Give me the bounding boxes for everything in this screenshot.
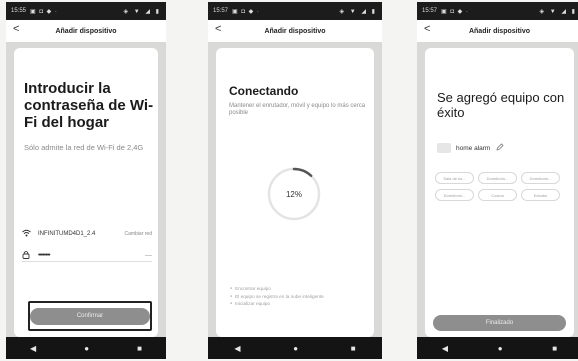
password-value: •••••••• — [38, 252, 51, 259]
nav-home-icon[interactable]: ● — [293, 344, 298, 353]
app-bar: < Añadir dispositivo — [208, 20, 382, 42]
phone-screen-success: 15:57 ▣ ◘ ◆ · ◈ ▼ ◢ ▮ < Añadir dispositi… — [417, 2, 578, 359]
page-heading: Se agregó equipo con éxito — [437, 90, 565, 120]
nav-recents-icon[interactable]: ■ — [137, 344, 142, 353]
page-subtitle: Mantener el enrutador, móvil y equipo lo… — [229, 103, 366, 116]
step-item: Encontrar equipo — [230, 285, 375, 293]
status-time: 15:57 — [213, 8, 229, 14]
page-subtitle: Sólo admite la red de Wi-Fi de 2,4G — [24, 143, 144, 152]
step-item: El equipo se registra en la nube intelig… — [230, 293, 375, 301]
confirm-button[interactable]: Confirmar — [30, 307, 150, 325]
confirm-highlight-box: Confirmar — [28, 301, 152, 331]
change-network-link[interactable]: Cambiar red — [124, 231, 152, 237]
nav-back-icon[interactable]: ◀ — [30, 344, 36, 353]
page-heading: Introducir la contraseña de Wi-Fi del ho… — [24, 80, 154, 131]
finish-button[interactable]: Finalizado — [433, 315, 566, 331]
wifi-icon — [22, 229, 34, 239]
nav-back-icon[interactable]: ◀ — [442, 344, 448, 353]
back-arrow-icon[interactable]: < — [13, 23, 19, 35]
step-item: Inicializar equipo — [230, 300, 375, 308]
status-bar: 15:55 ▣ ◘ ◆ · ◈ ▼ ◢ ▮ — [6, 2, 166, 20]
app-bar: < Añadir dispositivo — [6, 20, 166, 42]
content-card: Conectando Mantener el enrutador, móvil … — [216, 48, 374, 337]
system-status-icons: ◈ ▼ ◢ ▮ — [339, 8, 377, 15]
progress-percent: 12% — [285, 189, 302, 199]
screen-title: Añadir dispositivo — [55, 27, 117, 35]
room-chip[interactable]: Dormitorio... — [435, 189, 474, 201]
system-status-icons: ◈ ▼ ◢ ▮ — [123, 8, 161, 15]
password-field[interactable]: •••••••• — — [22, 250, 152, 262]
room-chip[interactable]: Dormitorio... — [478, 172, 517, 184]
wifi-network-row: INFINITUMD4D1_2.4 Cambiar red — [22, 228, 152, 240]
room-chips: Sala de es... Dormitorio... Dormitorio..… — [435, 172, 563, 201]
content-card: Introducir la contraseña de Wi-Fi del ho… — [14, 48, 158, 337]
status-bar: 15:57 ▣ ◘ ◆ · ◈ ▼ ◢ ▮ — [417, 2, 578, 20]
phone-screen-connecting: 15:57 ▣ ◘ ◆ · ◈ ▼ ◢ ▮ < Añadir dispositi… — [208, 2, 382, 359]
page-heading: Conectando — [229, 84, 299, 98]
android-nav-bar: ◀ ● ■ — [417, 337, 578, 359]
screen-title: Añadir dispositivo — [468, 27, 531, 35]
notification-icons: ▣ ◘ ◆ · — [441, 8, 469, 15]
android-nav-bar: ◀ ● ■ — [6, 337, 166, 359]
nav-home-icon[interactable]: ● — [84, 344, 89, 353]
pencil-icon[interactable] — [496, 143, 504, 153]
room-chip[interactable]: Dormitorio... — [521, 172, 560, 184]
back-arrow-icon[interactable]: < — [424, 23, 430, 35]
wifi-ssid: INFINITUMD4D1_2.4 — [38, 231, 96, 237]
room-chip[interactable]: Sala de es... — [435, 172, 474, 184]
room-chip[interactable]: Cocina — [478, 189, 517, 201]
back-arrow-icon[interactable]: < — [215, 23, 221, 35]
status-time: 15:55 — [11, 8, 27, 14]
status-bar: 15:57 ▣ ◘ ◆ · ◈ ▼ ◢ ▮ — [208, 2, 382, 20]
nav-back-icon[interactable]: ◀ — [234, 344, 240, 353]
phone-screen-password: 15:55 ▣ ◘ ◆ · ◈ ▼ ◢ ▮ < Añadir dispositi… — [6, 2, 166, 359]
device-thumbnail — [437, 143, 451, 153]
app-bar: < Añadir dispositivo — [417, 20, 578, 42]
content-card: Se agregó equipo con éxito home alarm Sa… — [425, 48, 574, 337]
notification-icons: ▣ ◘ ◆ · — [30, 8, 58, 15]
screen-title: Añadir dispositivo — [264, 27, 326, 35]
nav-home-icon[interactable]: ● — [498, 344, 503, 353]
lock-icon — [22, 250, 34, 261]
status-time: 15:57 — [422, 8, 438, 14]
device-name: home alarm — [456, 144, 491, 152]
device-row: home alarm — [437, 142, 504, 154]
connection-steps: Encontrar equipo El equipo se registra e… — [230, 285, 375, 308]
notification-icons: ▣ ◘ ◆ · — [232, 8, 260, 15]
room-chip[interactable]: Estudio — [521, 189, 560, 201]
system-status-icons: ◈ ▼ ◢ ▮ — [539, 8, 577, 15]
password-visibility-icon[interactable]: — — [145, 252, 152, 259]
nav-recents-icon[interactable]: ■ — [351, 344, 356, 353]
nav-recents-icon[interactable]: ■ — [552, 344, 557, 353]
android-nav-bar: ◀ ● ■ — [208, 337, 382, 359]
